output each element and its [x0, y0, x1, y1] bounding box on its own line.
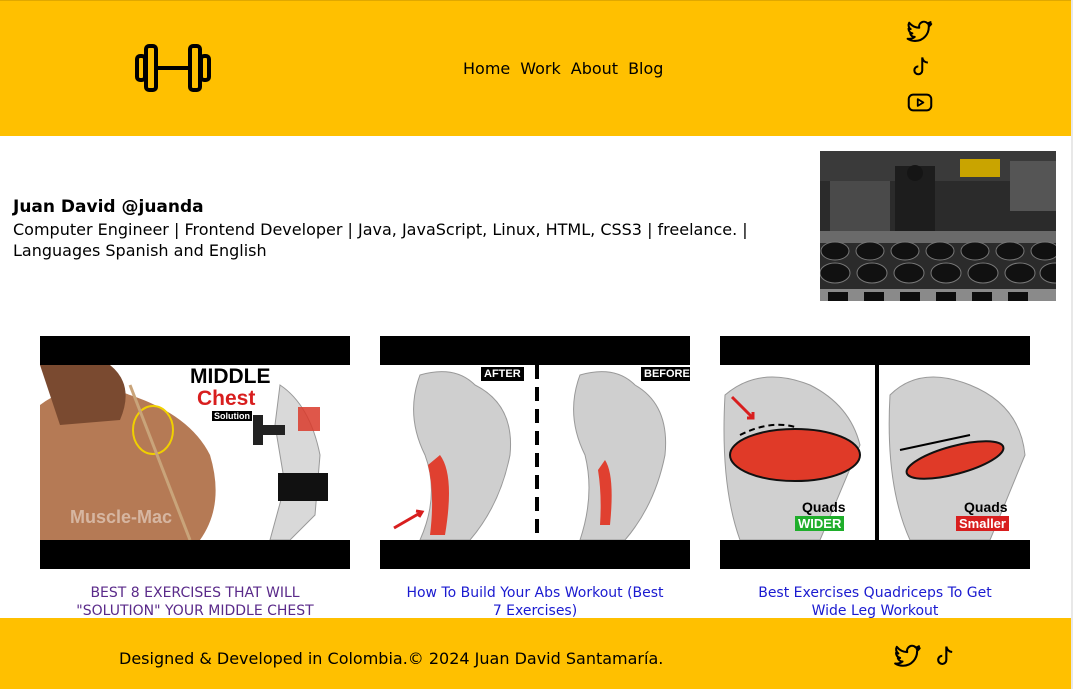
footer-social-links [893, 643, 959, 671]
thumb-text-wider: WIDER [795, 516, 845, 531]
thumb-text-quads-2: Quads [964, 499, 1008, 515]
video-thumbnail[interactable]: AFTER BEFORE [380, 336, 690, 569]
dumbbell-icon[interactable] [133, 42, 213, 94]
profile-name: Juan David @juanda [13, 197, 204, 217]
nav-work[interactable]: Work [520, 59, 561, 78]
profile-photo [820, 151, 1056, 301]
site-footer: Designed & Developed in Colombia.© 2024 … [0, 618, 1071, 689]
video-card: Quads WIDER Quads Smaller Best Exercises… [720, 336, 1030, 620]
site-header: Home Work About Blog [0, 0, 1071, 136]
thumb-text-after: AFTER [481, 367, 524, 381]
thumb-text-quads-1: Quads [802, 499, 846, 515]
youtube-icon[interactable] [906, 89, 934, 116]
twitter-icon[interactable] [906, 19, 934, 46]
thumb-text-before: BEFORE [641, 367, 690, 381]
nav-home[interactable]: Home [463, 59, 510, 78]
video-title-link[interactable]: Best Exercises Quadriceps To Get Wide Le… [720, 584, 1030, 620]
thumb-text-chest: Chest [197, 387, 256, 410]
thumb-watermark: Muscle-Mac [70, 507, 173, 527]
twitter-icon[interactable] [893, 643, 923, 671]
video-thumbnail[interactable]: Quads WIDER Quads Smaller [720, 336, 1030, 569]
tiktok-icon[interactable] [929, 643, 959, 671]
footer-copyright: Designed & Developed in Colombia.© 2024 … [119, 649, 664, 668]
tiktok-icon[interactable] [906, 54, 934, 81]
header-social-links [906, 19, 936, 116]
video-title-link[interactable]: How To Build Your Abs Workout (Best 7 Ex… [380, 584, 690, 620]
profile-intro: Juan David @juanda Computer Engineer | F… [13, 197, 793, 261]
nav-about[interactable]: About [571, 59, 618, 78]
video-card: MIDDLE Chest Solution Muscle-Mac BEST 8 … [40, 336, 350, 638]
main-nav: Home Work About Blog [463, 59, 663, 78]
profile-bio: Computer Engineer | Frontend Developer |… [13, 220, 748, 260]
thumb-text-smaller: Smaller [956, 516, 1009, 531]
thumb-text-solution: Solution [212, 411, 252, 421]
nav-blog[interactable]: Blog [628, 59, 663, 78]
video-thumbnail[interactable]: MIDDLE Chest Solution Muscle-Mac [40, 336, 350, 569]
video-card: AFTER BEFORE How To Build Your Abs Worko… [380, 336, 690, 620]
thumb-text-middle: MIDDLE [190, 365, 271, 388]
